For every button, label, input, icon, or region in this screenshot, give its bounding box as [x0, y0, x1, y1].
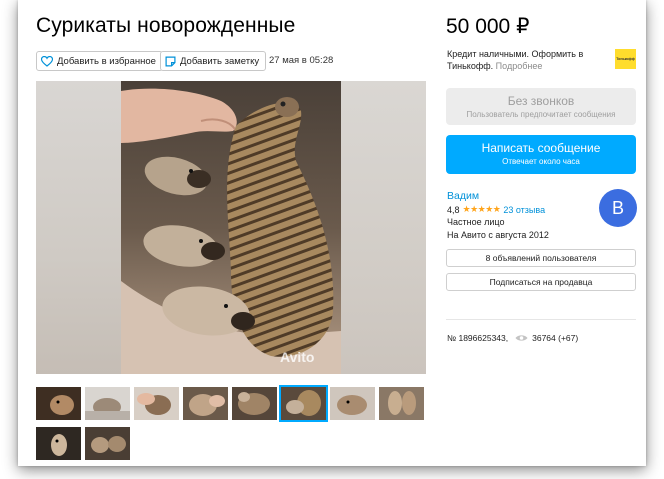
- photo-blur-right: [340, 81, 426, 374]
- add-to-favorites-button[interactable]: Добавить в избранное: [36, 51, 163, 71]
- heart-icon: [41, 55, 53, 67]
- listing-price: 50 000 ₽: [446, 15, 530, 38]
- photo-blur-left: [36, 81, 122, 374]
- note-icon: [165, 55, 176, 67]
- no-calls-label: Без звонков: [507, 94, 575, 108]
- rating-value: 4,8: [447, 204, 460, 215]
- eye-icon: [515, 335, 528, 341]
- credit-more-link[interactable]: Подробнее: [496, 61, 543, 71]
- thumbnail[interactable]: [379, 387, 424, 420]
- meerkat-photo-image: [121, 81, 341, 374]
- thumbnail[interactable]: [85, 427, 130, 460]
- reviews-link[interactable]: 23 отзыва: [503, 205, 545, 215]
- write-message-label: Написать сообщение: [481, 141, 601, 155]
- thumbnail[interactable]: [134, 387, 179, 420]
- thumbnail[interactable]: [36, 427, 81, 460]
- listing-id: № 1896625343,: [447, 333, 509, 343]
- listing-title: Сурикаты новорожденные: [36, 14, 296, 37]
- listing-page: Сурикаты новорожденные 50 000 ₽ Добавить…: [18, 0, 646, 466]
- thumbnail[interactable]: [330, 387, 375, 420]
- divider: [446, 319, 636, 320]
- seller-rating: 4,8 ★★★★★ 23 отзыва: [447, 204, 545, 215]
- thumbnail[interactable]: [232, 387, 277, 420]
- seller-since: На Авито с августа 2012: [447, 230, 549, 240]
- seller-listings-button[interactable]: 8 объявлений пользователя: [446, 249, 636, 267]
- thumbnail[interactable]: [85, 387, 130, 420]
- listing-meta: № 1896625343, 36764 (+67): [447, 333, 578, 343]
- seller-type: Частное лицо: [447, 217, 505, 227]
- seller-name-link[interactable]: Вадим: [447, 190, 479, 202]
- views-count: 36764 (+67): [532, 333, 579, 343]
- add-note-button[interactable]: Добавить заметку: [160, 51, 267, 71]
- write-message-sub: Отвечает около часа: [502, 157, 580, 166]
- favorites-label: Добавить в избранное: [57, 55, 156, 67]
- rating-stars-icon: ★★★★★: [462, 204, 501, 214]
- tinkoff-logo: Тинькофф: [615, 49, 636, 69]
- listing-date: 27 мая в 05:28: [269, 55, 334, 66]
- write-message-button[interactable]: Написать сообщение Отвечает около часа: [446, 135, 636, 174]
- note-label: Добавить заметку: [180, 55, 260, 67]
- main-photo[interactable]: Avito: [36, 81, 426, 374]
- avito-watermark: Avito: [280, 349, 315, 365]
- subscribe-seller-button[interactable]: Подписаться на продавца: [446, 273, 636, 291]
- thumbnail[interactable]: [183, 387, 228, 420]
- no-calls-button: Без звонков Пользователь предпочитает со…: [446, 88, 636, 125]
- avatar[interactable]: В: [599, 189, 637, 227]
- thumbnail-active[interactable]: [279, 385, 328, 422]
- credit-offer[interactable]: Кредит наличными. Оформить в Тинькофф. П…: [447, 48, 607, 72]
- no-calls-sub: Пользователь предпочитает сообщения: [466, 110, 616, 119]
- thumbnail[interactable]: [36, 387, 81, 420]
